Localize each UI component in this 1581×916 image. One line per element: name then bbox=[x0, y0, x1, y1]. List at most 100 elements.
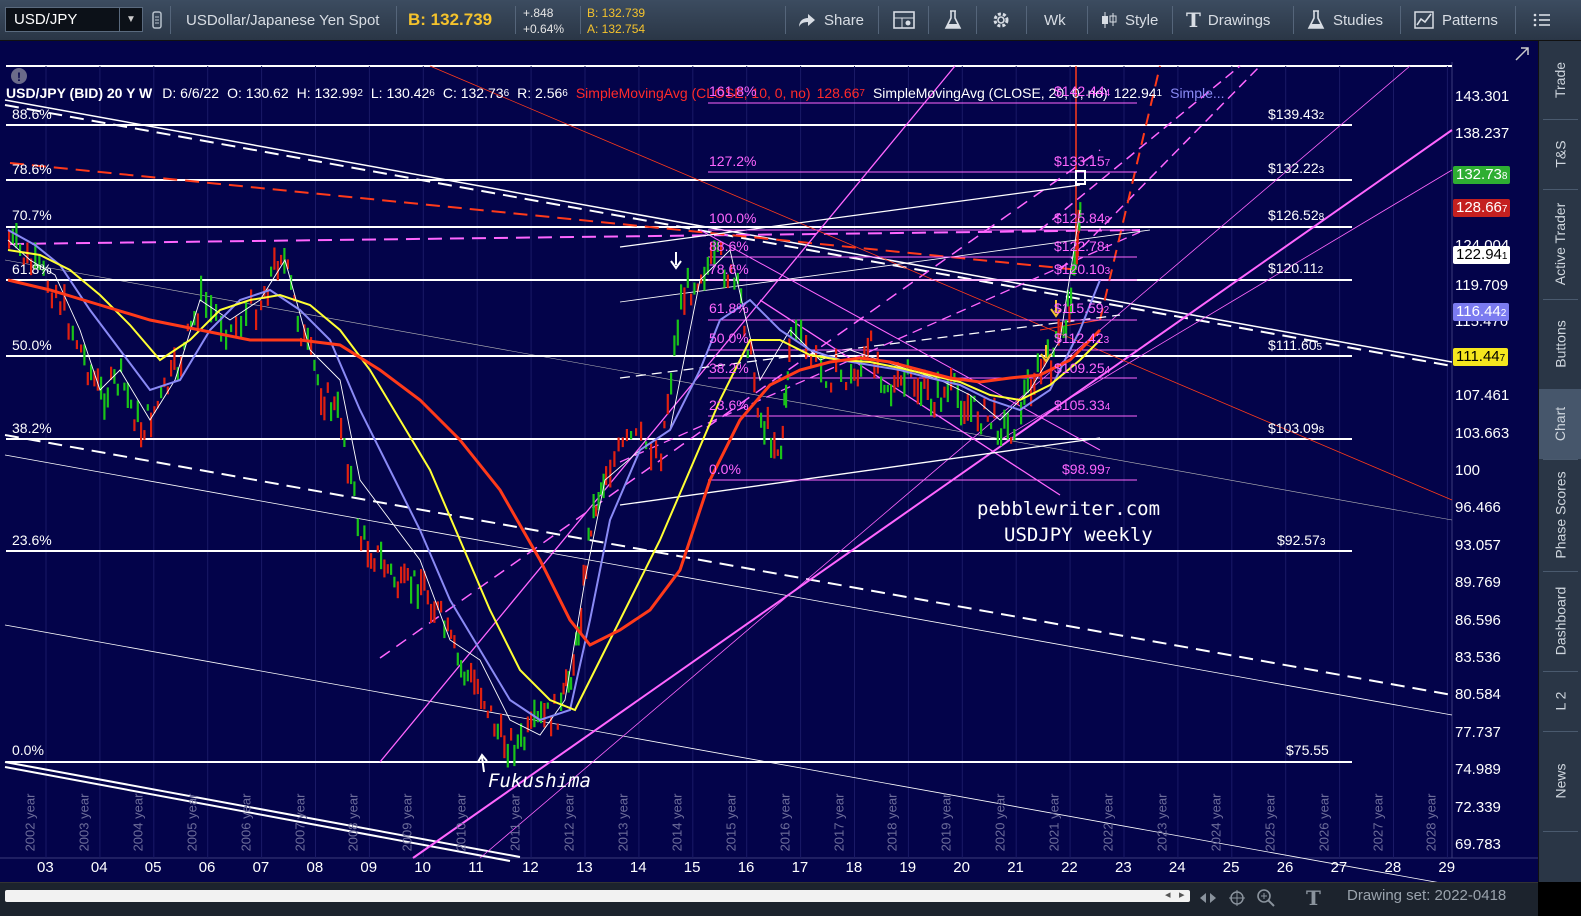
label-sub: 3 bbox=[1103, 335, 1110, 346]
sidebar-tab-dashboard[interactable]: Dashboard bbox=[1539, 571, 1581, 671]
candle bbox=[386, 564, 389, 574]
sidebar-tab-label[interactable]: Chart bbox=[1552, 407, 1568, 441]
candle bbox=[625, 429, 628, 442]
candle bbox=[815, 345, 818, 362]
trendline-mid[interactable] bbox=[4, 259, 1453, 521]
sma10-label[interactable]: SimpleMovingAvg (CLOSE, 10, 0, no) bbox=[576, 85, 811, 101]
sidebar-tab-label[interactable]: Buttons bbox=[1553, 320, 1569, 367]
label-main: $111.60 bbox=[1268, 337, 1317, 353]
pan-icon[interactable] bbox=[1198, 889, 1218, 907]
symbol-text[interactable]: USD/JPY bbox=[14, 11, 119, 28]
time-axis-label: 21 bbox=[1007, 859, 1024, 876]
sidebar-tab-label[interactable]: Trade bbox=[1553, 62, 1569, 98]
flask-icon[interactable] bbox=[944, 0, 962, 40]
chevron-down-icon[interactable]: ▼ bbox=[119, 8, 142, 31]
drawing-set-label[interactable]: Drawing set: 2022-0418 bbox=[1347, 887, 1506, 904]
fib-level-left: 61.8% bbox=[12, 261, 52, 277]
candle bbox=[486, 710, 489, 719]
candle bbox=[556, 723, 559, 730]
chart-area[interactable]: ! USD/JPY (BID) 20 Y W D: 6/6/22 O: 130.… bbox=[0, 41, 1538, 882]
studies-button[interactable]: Studies bbox=[1307, 0, 1383, 40]
candle bbox=[963, 401, 966, 424]
candle bbox=[900, 375, 903, 386]
style-button[interactable]: Style bbox=[1100, 0, 1158, 40]
label-sub: 8 bbox=[1501, 171, 1508, 182]
style-label[interactable]: Style bbox=[1125, 12, 1158, 29]
sidebar-tab-l-2[interactable]: L 2 bbox=[1539, 671, 1581, 731]
drawings-button[interactable]: T Drawings bbox=[1186, 0, 1270, 40]
zoom-controls: T bbox=[1198, 886, 1321, 910]
horizontal-scrollbar[interactable]: ◂ ▸ bbox=[5, 888, 1190, 902]
chart-info-line: USD/JPY (BID) 20 Y W D: 6/6/22 O: 130.62… bbox=[6, 83, 1225, 103]
candle bbox=[513, 744, 516, 767]
candle bbox=[785, 384, 788, 408]
sidebar-tab-label[interactable]: News bbox=[1552, 763, 1568, 798]
flask-icon bbox=[1307, 10, 1325, 29]
candle bbox=[123, 382, 126, 391]
zoom-icon[interactable] bbox=[1256, 888, 1276, 908]
more-studies[interactable]: Simple... bbox=[1170, 85, 1224, 101]
sidebar-tab-buttons[interactable]: Buttons bbox=[1539, 299, 1581, 389]
candle bbox=[546, 702, 549, 709]
candle bbox=[146, 404, 149, 411]
list-menu-icon[interactable] bbox=[1533, 0, 1551, 40]
link-icon[interactable] bbox=[152, 0, 162, 40]
candle bbox=[103, 393, 106, 420]
time-axis-label: 17 bbox=[791, 859, 809, 876]
candle bbox=[680, 284, 683, 310]
sidebar-tab-label[interactable]: L 2 bbox=[1552, 692, 1568, 711]
scroll-right-icon[interactable]: ▸ bbox=[1179, 888, 1185, 901]
period-button[interactable]: Wk bbox=[1044, 0, 1066, 40]
year-label: 2010 year bbox=[453, 793, 469, 852]
sidebar-tab-active-trader[interactable]: Active Trader bbox=[1539, 189, 1581, 299]
sidebar-tab-label[interactable]: T&S bbox=[1552, 140, 1568, 167]
time-axis-label: 25 bbox=[1222, 859, 1240, 876]
sidebar-tab-trade[interactable]: Trade bbox=[1539, 41, 1581, 119]
gear-icon[interactable] bbox=[991, 0, 1011, 40]
patterns-label[interactable]: Patterns bbox=[1442, 12, 1498, 29]
candle bbox=[946, 376, 949, 403]
open-value: O: 130.62 bbox=[227, 85, 289, 101]
patterns-button[interactable]: Patterns bbox=[1414, 0, 1498, 40]
candle bbox=[930, 398, 933, 416]
text-t-icon[interactable]: T bbox=[1306, 886, 1321, 910]
sidebar-tab-phase-scores[interactable]: Phase Scores bbox=[1539, 459, 1581, 571]
drawings-label[interactable]: Drawings bbox=[1208, 12, 1271, 29]
ask-small: A: 132.754 bbox=[587, 22, 646, 36]
chart-title: USD/JPY (BID) 20 Y W bbox=[6, 85, 153, 101]
candle bbox=[413, 570, 416, 577]
collapse-icon[interactable] bbox=[1512, 44, 1532, 64]
candle bbox=[940, 397, 943, 412]
arrow-down-icon bbox=[1040, 345, 1052, 363]
label-sub: 8 bbox=[1318, 425, 1325, 436]
candle bbox=[170, 360, 173, 377]
candle bbox=[870, 330, 873, 342]
candle bbox=[663, 420, 666, 429]
fib-inner-value: $98.997 bbox=[1062, 461, 1110, 477]
fib-level-left: 78.6% bbox=[12, 161, 52, 177]
sidebar-tab-news[interactable]: News bbox=[1539, 731, 1581, 831]
trendline-lower[interactable] bbox=[4, 454, 1453, 716]
sidebar-tab-label[interactable]: Phase Scores bbox=[1553, 471, 1569, 558]
year-label: 2004 year bbox=[130, 793, 146, 852]
candle bbox=[456, 652, 459, 666]
scroll-left-icon[interactable]: ◂ bbox=[1165, 888, 1171, 901]
sidebar-tab-t-s[interactable]: T&S bbox=[1539, 119, 1581, 189]
price-tag: 116.442 bbox=[1453, 303, 1510, 321]
fib-inner-percent: 61.8% bbox=[709, 300, 749, 316]
grid-layout-icon[interactable] bbox=[893, 0, 915, 40]
candle bbox=[336, 391, 339, 418]
studies-label[interactable]: Studies bbox=[1333, 12, 1383, 29]
share-label[interactable]: Share bbox=[824, 12, 864, 29]
sidebar-tab-chart[interactable]: Chart bbox=[1539, 389, 1581, 459]
sidebar-tab-label[interactable]: Active Trader bbox=[1553, 203, 1569, 285]
candle bbox=[50, 292, 53, 309]
sidebar-tab-label[interactable]: Dashboard bbox=[1553, 587, 1569, 656]
share-button[interactable]: Share bbox=[798, 0, 864, 40]
year-label: 2023 year bbox=[1154, 793, 1170, 852]
candle bbox=[686, 267, 689, 288]
candle bbox=[59, 301, 62, 315]
symbol-selector[interactable]: USD/JPY ▼ bbox=[5, 7, 143, 32]
crosshair-icon[interactable] bbox=[1228, 889, 1246, 907]
time-axis-label: 11 bbox=[468, 859, 484, 876]
